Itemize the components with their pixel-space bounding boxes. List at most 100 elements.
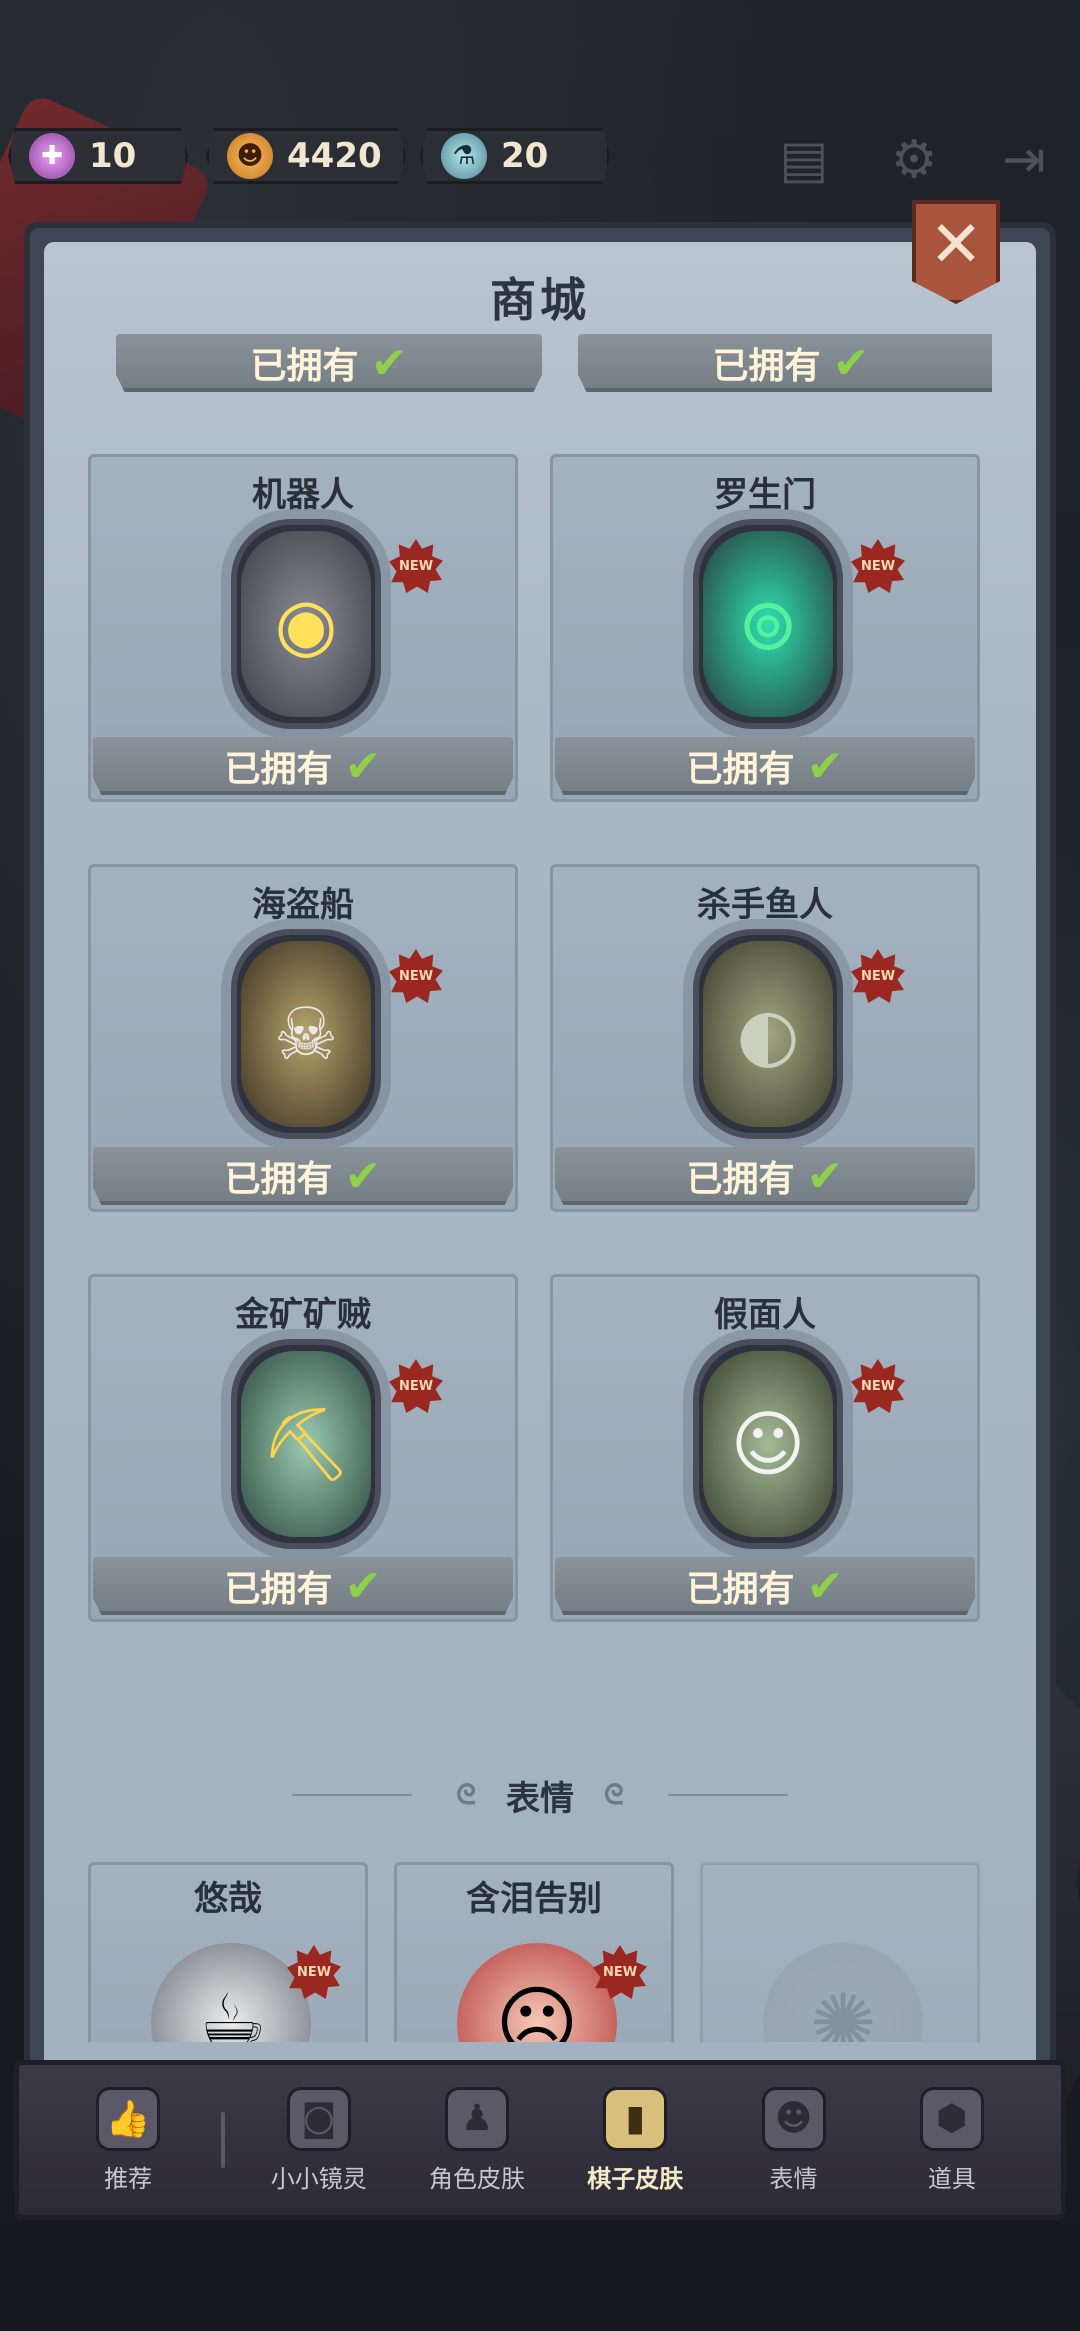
owned-label: 已拥有 bbox=[224, 749, 333, 790]
check-icon: ✔ bbox=[832, 337, 870, 389]
nav-piece-skin[interactable]: ▮ 棋子皮肤 bbox=[570, 2086, 700, 2194]
nav-emote[interactable]: ☻ 表情 bbox=[729, 2086, 859, 2194]
check-icon: ✔ bbox=[806, 1150, 844, 1202]
nav-recommend[interactable]: 👍 推荐 bbox=[63, 2086, 193, 2194]
emote-icon: ☻ bbox=[761, 2086, 826, 2151]
new-badge: NEW bbox=[851, 1359, 905, 1413]
nav-label: 角色皮肤 bbox=[428, 2164, 525, 2193]
owned-bar: 已拥有 ✔ bbox=[93, 1557, 513, 1615]
top-icon-group: ▤ ⚙ ⇥ bbox=[726, 128, 1080, 192]
item-name: 假面人 bbox=[714, 1295, 816, 1335]
new-badge: NEW bbox=[851, 539, 905, 593]
swirl-icon: ᘓ bbox=[604, 1778, 624, 1811]
emote-section-header: ᘓ 表情 ᘓ bbox=[88, 1770, 992, 1820]
section-title: 表情 bbox=[506, 1778, 574, 1819]
book-icon[interactable]: ▤ bbox=[772, 128, 836, 192]
bottom-nav: 👍 推荐 ◙ 小小镜灵 ♟ 角色皮肤 ▮ 棋子皮肤 ☻ 表情 ⬢ 道具 bbox=[14, 2060, 1066, 2220]
miner-icon: ⛏ bbox=[241, 1351, 371, 1537]
divider bbox=[667, 1794, 788, 1796]
bat-icon: ⊚ bbox=[703, 531, 833, 717]
check-icon: ✔ bbox=[806, 1560, 844, 1612]
owned-bar: 已拥有 ✔ bbox=[555, 1557, 975, 1615]
item-name: 罗生门 bbox=[714, 475, 816, 515]
nav-mirror-spirit[interactable]: ◙ 小小镜灵 bbox=[254, 2086, 384, 2194]
nav-label: 小小镜灵 bbox=[270, 2164, 367, 2193]
shop-scroll-area[interactable]: 已拥有 ✔ 已拥有 ✔ 机器人 ◉ NEW 已拥有 ✔ 罗生门 ⊚ NEW 已拥… bbox=[88, 334, 992, 2042]
item-card-pirate-ship[interactable]: 海盗船 ☠ NEW 已拥有 ✔ bbox=[88, 864, 518, 1212]
nav-divider bbox=[221, 2112, 226, 2168]
page-title: 商城 bbox=[490, 273, 590, 327]
new-badge: NEW bbox=[389, 949, 443, 1003]
new-badge: NEW bbox=[389, 1359, 443, 1413]
pumpkin-value: 4420 bbox=[287, 136, 382, 176]
new-badge: NEW bbox=[851, 949, 905, 1003]
emote-name: 悠哉 bbox=[194, 1879, 262, 1919]
owned-bar: 已拥有 ✔ bbox=[578, 334, 992, 392]
potion-value: 20 bbox=[501, 136, 549, 176]
owned-bar: 已拥有 ✔ bbox=[93, 737, 513, 795]
candy-value: 10 bbox=[89, 136, 137, 176]
owned-label: 已拥有 bbox=[250, 346, 359, 387]
owned-bar: 已拥有 ✔ bbox=[116, 334, 542, 392]
owned-row-partial: 已拥有 ✔ 已拥有 ✔ bbox=[88, 334, 992, 394]
witch-face-icon: ☕ bbox=[151, 1943, 311, 2042]
skull-icon: ☠ bbox=[241, 941, 371, 1127]
owned-label: 已拥有 bbox=[686, 1159, 795, 1200]
nav-character-skin[interactable]: ♟ 角色皮肤 bbox=[412, 2086, 542, 2194]
item-portrait: ⊚ bbox=[693, 519, 843, 729]
locked-placeholder-icon: ✺ bbox=[763, 1943, 923, 2042]
robot-icon: ◉ bbox=[241, 531, 371, 717]
check-icon: ✔ bbox=[370, 337, 408, 389]
emote-name: 含泪告别 bbox=[466, 1879, 602, 1919]
item-name: 杀手鱼人 bbox=[697, 885, 833, 925]
candy-icon: ✚ bbox=[29, 133, 75, 179]
emote-card-tearful-farewell[interactable]: 含泪告别 ☹ NEW bbox=[394, 1862, 674, 2042]
nav-label: 推荐 bbox=[104, 2164, 153, 2193]
item-portrait: ⛏ bbox=[231, 1339, 381, 1549]
item-card-killer-fishman[interactable]: 杀手鱼人 ◐ NEW 已拥有 ✔ bbox=[550, 864, 980, 1212]
item-card-robot[interactable]: 机器人 ◉ NEW 已拥有 ✔ bbox=[88, 454, 518, 802]
pumpkin-counter: ☻ 4420 bbox=[206, 128, 406, 184]
check-icon: ✔ bbox=[344, 1560, 382, 1612]
resource-bar: ✚ 10 ☻ 4420 ⚗ 20 ▤ ⚙ ⇥ bbox=[0, 128, 1080, 190]
thumbs-up-icon: 👍 bbox=[96, 2086, 161, 2151]
item-name: 海盗船 bbox=[252, 885, 354, 925]
owned-bar: 已拥有 ✔ bbox=[555, 737, 975, 795]
item-card-rashomon[interactable]: 罗生门 ⊚ NEW 已拥有 ✔ bbox=[550, 454, 980, 802]
emote-card-leisurely[interactable]: 悠哉 ☕ NEW bbox=[88, 1862, 368, 2042]
nav-label: 棋子皮肤 bbox=[587, 2164, 684, 2193]
owned-label: 已拥有 bbox=[224, 1159, 333, 1200]
item-name: 金矿矿贼 bbox=[235, 1295, 371, 1335]
check-icon: ✔ bbox=[806, 740, 844, 792]
item-portrait: ◉ bbox=[231, 519, 381, 729]
owned-label: 已拥有 bbox=[686, 749, 795, 790]
potion-counter: ⚗ 20 bbox=[420, 128, 610, 184]
shop-panel: 商城 已拥有 ✔ 已拥有 ✔ 机器人 ◉ NEW 已拥有 ✔ 罗生门 ⊚ NEW… bbox=[24, 222, 1056, 2082]
mirror-spirit-icon: ◙ bbox=[286, 2086, 351, 2151]
owned-bar: 已拥有 ✔ bbox=[93, 1147, 513, 1205]
close-icon: ✕ bbox=[929, 208, 983, 282]
owned-label: 已拥有 bbox=[686, 1569, 795, 1610]
check-icon: ✔ bbox=[344, 1150, 382, 1202]
exit-icon[interactable]: ⇥ bbox=[992, 128, 1056, 192]
piece-icon: ▮ bbox=[603, 2086, 668, 2151]
item-card-gold-miner[interactable]: 金矿矿贼 ⛏ NEW 已拥有 ✔ bbox=[88, 1274, 518, 1622]
check-icon: ✔ bbox=[344, 740, 382, 792]
item-portrait: ☠ bbox=[231, 929, 381, 1139]
nav-label: 道具 bbox=[927, 2164, 976, 2193]
mask-icon: ☺ bbox=[703, 1351, 833, 1537]
hexagon-icon: ⬢ bbox=[919, 2086, 984, 2151]
gear-icon[interactable]: ⚙ bbox=[882, 128, 946, 192]
pumpkin-icon: ☻ bbox=[227, 133, 273, 179]
character-icon: ♟ bbox=[444, 2086, 509, 2151]
divider bbox=[292, 1794, 413, 1796]
item-card-masked-man[interactable]: 假面人 ☺ NEW 已拥有 ✔ bbox=[550, 1274, 980, 1622]
owned-label: 已拥有 bbox=[712, 346, 821, 387]
shop-panel-body: 商城 已拥有 ✔ 已拥有 ✔ 机器人 ◉ NEW 已拥有 ✔ 罗生门 ⊚ NEW… bbox=[44, 242, 1036, 2076]
emote-card-locked: ✺ bbox=[700, 1862, 980, 2042]
nav-items[interactable]: ⬢ 道具 bbox=[887, 2086, 1017, 2194]
fishman-icon: ◐ bbox=[703, 941, 833, 1127]
item-portrait: ☺ bbox=[693, 1339, 843, 1549]
candy-counter[interactable]: ✚ 10 bbox=[8, 128, 188, 184]
new-badge: NEW bbox=[389, 539, 443, 593]
